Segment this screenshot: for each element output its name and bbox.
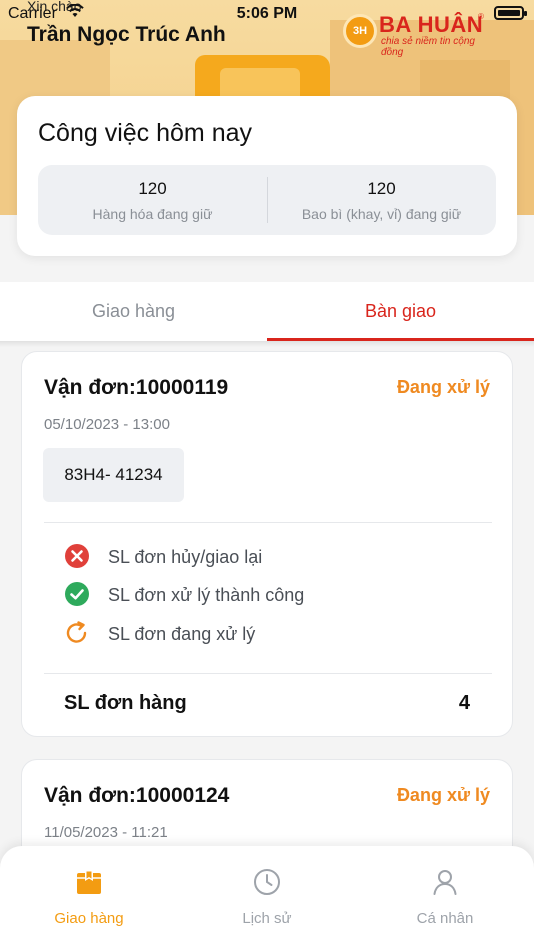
nav-label: Lịch sử <box>242 910 292 927</box>
person-icon <box>433 870 457 895</box>
nav-delivery[interactable]: Giao hàng <box>0 846 178 950</box>
order-count-label: SL đơn hàng <box>64 692 187 714</box>
order-status: Đang xử lý <box>396 785 490 805</box>
brand-logo: 3H BA HUÂN ® chia sẻ niềm tin cộng đồng <box>343 12 493 58</box>
tab-handover[interactable]: Bàn giao <box>267 282 534 341</box>
order-id: Vận đơn:10000119 <box>44 376 229 399</box>
order-count-value: 4 <box>458 692 470 714</box>
legend-label: SL đơn hủy/giao lại <box>108 547 263 567</box>
divider <box>44 522 492 523</box>
clock-icon <box>254 869 280 895</box>
stat-value: 120 <box>367 179 396 198</box>
nav-profile[interactable]: Cá nhân <box>356 846 534 950</box>
summary-title: Công việc hôm nay <box>38 119 253 147</box>
x-circle-icon <box>65 544 89 568</box>
order-card[interactable]: Vận đơn:10000119 Đang xử lý 05/10/2023 -… <box>21 351 513 737</box>
stat-packaging-held: 120 Bao bì (khay, vỉ) đang giữ <box>267 165 496 235</box>
order-status: Đang xử lý <box>396 377 490 397</box>
nav-label: Cá nhân <box>416 910 474 927</box>
summary-stats: 120 Hàng hóa đang giữ 120 Bao bì (khay, … <box>38 165 496 235</box>
check-circle-icon <box>65 582 89 606</box>
tab-bar: Giao hàng Bàn giao <box>0 282 534 341</box>
box-icon <box>77 870 101 894</box>
bottom-navigation: Giao hàng Lịch sử Cá nhân <box>0 846 534 950</box>
today-summary-card: Công việc hôm nay 120 Hàng hóa đang giữ … <box>17 96 517 256</box>
user-name: Trần Ngọc Trúc Anh <box>27 23 226 46</box>
logo-name: BA HUÂN <box>379 12 484 37</box>
legend-label: SL đơn đang xử lý <box>108 624 256 644</box>
refresh-icon <box>66 621 87 643</box>
battery-icon <box>494 6 527 20</box>
tab-bar-shadow <box>0 341 534 347</box>
logo-badge: 3H <box>343 14 377 48</box>
divider <box>44 673 492 674</box>
legend-label: SL đơn xử lý thành công <box>108 585 305 605</box>
stat-goods-held: 120 Hàng hóa đang giữ <box>38 165 267 235</box>
tab-delivery[interactable]: Giao hàng <box>0 282 267 341</box>
order-datetime: 11/05/2023 - 11:21 <box>44 824 168 841</box>
vehicle-plate: 83H4- 41234 <box>43 448 184 502</box>
order-datetime: 05/10/2023 - 13:00 <box>44 416 170 433</box>
stat-label: Hàng hóa đang giữ <box>92 206 213 222</box>
logo-slogan: chia sẻ niềm tin cộng đồng <box>381 36 475 58</box>
nav-history[interactable]: Lịch sử <box>178 846 356 950</box>
stat-value: 120 <box>138 179 167 198</box>
stat-label: Bao bì (khay, vỉ) đang giữ <box>301 206 462 222</box>
logo-registered-mark: ® <box>478 12 484 21</box>
order-id: Vận đơn:10000124 <box>44 784 230 807</box>
